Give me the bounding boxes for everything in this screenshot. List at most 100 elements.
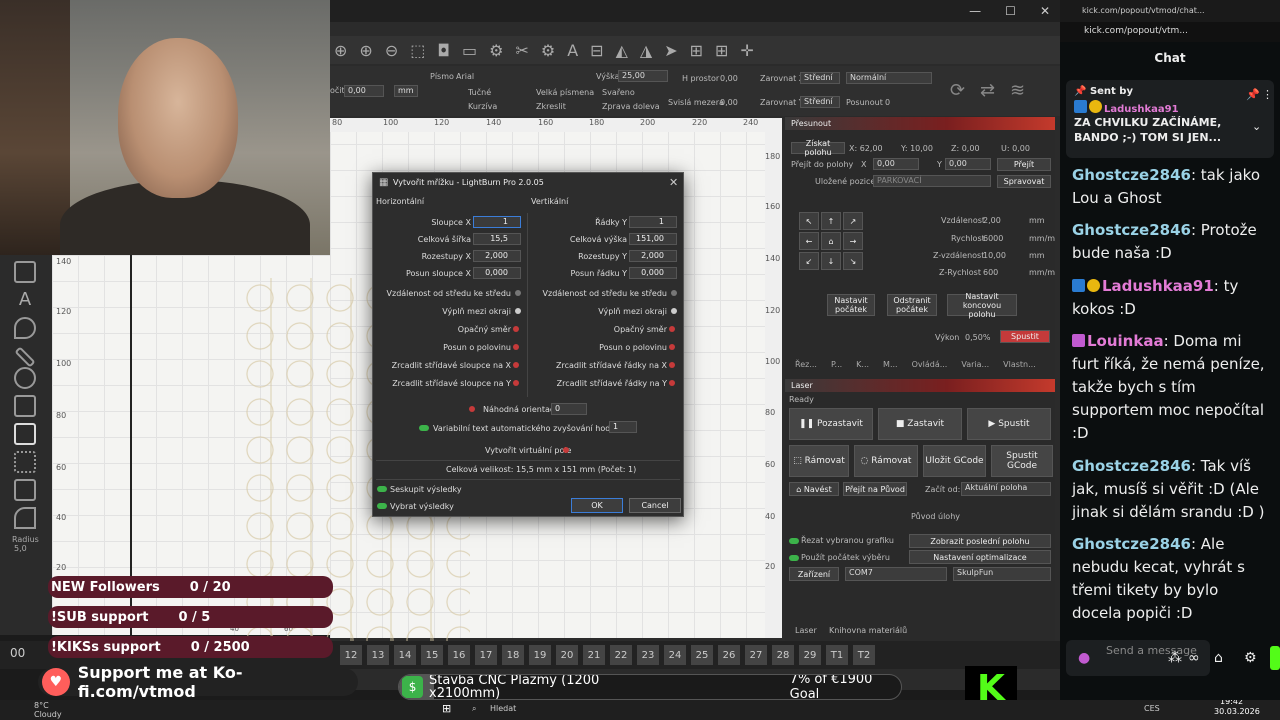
welded-checkbox[interactable]: Svařeno: [602, 88, 635, 97]
goto-button[interactable]: Přejít: [997, 158, 1051, 171]
reverse-h-toggle[interactable]: [513, 326, 519, 332]
jog-up-left-icon[interactable]: ↖: [799, 212, 819, 230]
saved-positions-select[interactable]: PARKOVACÍ: [873, 175, 991, 187]
infinity-icon[interactable]: ∞: [1188, 650, 1200, 666]
tab-material-library[interactable]: Knihovna materiálů: [829, 626, 907, 635]
grid-icon[interactable]: ⊞: [690, 41, 703, 60]
palette-item[interactable]: 17: [475, 645, 497, 665]
tab-cuts[interactable]: Řez...: [795, 360, 817, 374]
tab-laser[interactable]: Laser: [795, 626, 817, 635]
tab-m[interactable]: M...: [883, 360, 898, 374]
path-icon[interactable]: ⇄: [980, 80, 995, 101]
monitor-icon[interactable]: ▭: [462, 41, 477, 60]
palette-item[interactable]: 21: [583, 645, 605, 665]
total-width-field[interactable]: 15,5: [473, 233, 521, 245]
group-icon[interactable]: ⁂: [1168, 650, 1182, 666]
group-results-toggle[interactable]: [377, 486, 387, 492]
run-gcode-button[interactable]: Spustit GCode: [991, 445, 1053, 477]
devices-button[interactable]: Zařízení: [789, 567, 839, 581]
goto-x-field[interactable]: 0,00: [873, 158, 919, 170]
center-h-toggle[interactable]: [515, 290, 521, 296]
use-selection-origin-toggle[interactable]: [789, 555, 799, 561]
variable-text-toggle[interactable]: [419, 425, 429, 431]
cut-selected-checkbox[interactable]: Řezat vybranou grafiku: [801, 536, 894, 545]
manage-button[interactable]: Spravovat: [997, 175, 1051, 188]
mirror-rows-x-toggle[interactable]: [669, 362, 675, 368]
palette-item[interactable]: 28: [772, 645, 794, 665]
text-path-icon[interactable]: ≋: [1010, 80, 1025, 101]
ok-button[interactable]: OK: [571, 498, 623, 513]
shift-cols-field[interactable]: 0,000: [473, 267, 521, 279]
select-results-toggle[interactable]: [377, 503, 387, 509]
mirror-cols-y-toggle[interactable]: [513, 380, 519, 386]
flip-v-icon[interactable]: ◮: [640, 41, 652, 60]
palette-item[interactable]: 22: [610, 645, 632, 665]
pause-button[interactable]: ❚❚ Pozastavit: [789, 408, 873, 440]
settings-gear-icon[interactable]: ⚙: [1244, 650, 1257, 666]
distance-value[interactable]: 2,00: [983, 216, 1001, 225]
home-button[interactable]: ⌂ Navést: [789, 482, 839, 496]
palette-item[interactable]: 25: [691, 645, 713, 665]
settings-icon[interactable]: ⚙: [541, 41, 555, 60]
jog-right-icon[interactable]: →: [843, 232, 863, 250]
dialog-close-icon[interactable]: ✕: [669, 176, 678, 189]
count-field[interactable]: 0,00: [344, 85, 384, 97]
jog-down-right-icon[interactable]: ↘: [843, 252, 863, 270]
palette-item[interactable]: 20: [556, 645, 578, 665]
port-select[interactable]: COM7: [845, 567, 947, 581]
total-height-field[interactable]: 151,00: [629, 233, 677, 245]
jog-down-icon[interactable]: ↓: [821, 252, 841, 270]
minimize-button[interactable]: —: [969, 4, 981, 18]
start-button[interactable]: ▶ Spustit: [967, 408, 1051, 440]
tab-properties[interactable]: Vlastn...: [1003, 360, 1036, 374]
palette-item[interactable]: T2: [853, 645, 875, 665]
fill-h-radio[interactable]: [515, 308, 521, 314]
palette-item[interactable]: 12: [340, 645, 362, 665]
spacing-x-field[interactable]: 2,000: [473, 250, 521, 262]
palette-item[interactable]: 19: [529, 645, 551, 665]
measure-tool-icon[interactable]: [14, 346, 36, 368]
select-icon[interactable]: ⬚: [410, 41, 425, 60]
mirror-rows-y-toggle[interactable]: [669, 380, 675, 386]
reverse-v-toggle[interactable]: [669, 326, 675, 332]
set-end-position-button[interactable]: Nastavit koncovou polohu: [947, 292, 1017, 319]
more-options-icon[interactable]: ⋮: [1262, 88, 1273, 101]
store-icon[interactable]: ⌂: [1214, 650, 1223, 666]
array-icon[interactable]: ⊞: [715, 41, 728, 60]
pan-icon[interactable]: ⊕: [334, 41, 347, 60]
position-tool-icon[interactable]: [14, 317, 36, 339]
clock-date[interactable]: 30.03.2026: [1214, 707, 1260, 716]
address-bar[interactable]: kick.com/popout/vtm...: [1060, 22, 1280, 42]
save-gcode-button[interactable]: Uložit GCode: [923, 445, 986, 477]
flip-h-icon[interactable]: ◭: [616, 41, 628, 60]
get-position-button[interactable]: Získat polohu: [791, 139, 845, 157]
emote-icon[interactable]: ●: [1078, 650, 1090, 666]
start-icon[interactable]: ⊞: [442, 702, 451, 715]
palette-item[interactable]: 29: [799, 645, 821, 665]
spacing-y-field[interactable]: 2,000: [629, 250, 677, 262]
vspace-value[interactable]: 0,00: [720, 98, 738, 107]
jog-left-icon[interactable]: ←: [799, 232, 819, 250]
zoom-in-icon[interactable]: ⊕: [359, 41, 372, 60]
radius-tool-icon[interactable]: [14, 507, 36, 529]
search-box[interactable]: Hledat: [490, 704, 516, 713]
chevron-down-icon[interactable]: ⌄: [1252, 120, 1261, 133]
goto-origin-button[interactable]: Přejít na Původ: [843, 482, 907, 496]
text-tool-icon[interactable]: A: [14, 289, 36, 311]
cancel-button[interactable]: Cancel: [629, 498, 681, 513]
rectangle-tool-icon[interactable]: [14, 261, 36, 283]
power-value[interactable]: 0,50%: [965, 333, 990, 342]
polygon-tool-icon[interactable]: [14, 479, 36, 501]
palette-item[interactable]: 16: [448, 645, 470, 665]
send-icon[interactable]: ➤: [664, 41, 677, 60]
half-v-toggle[interactable]: [669, 344, 675, 350]
tab-control[interactable]: Ovládá...: [912, 360, 948, 374]
rtl-checkbox[interactable]: Zprava doleva: [602, 102, 660, 111]
palette-item[interactable]: 23: [637, 645, 659, 665]
text-icon[interactable]: A: [567, 41, 578, 60]
cols-field[interactable]: 1: [473, 216, 521, 228]
cut-selected-toggle[interactable]: [789, 538, 799, 544]
variable-text-field[interactable]: 1: [609, 421, 637, 433]
random-field[interactable]: 0: [551, 403, 587, 415]
jog-up-right-icon[interactable]: ↗: [843, 212, 863, 230]
